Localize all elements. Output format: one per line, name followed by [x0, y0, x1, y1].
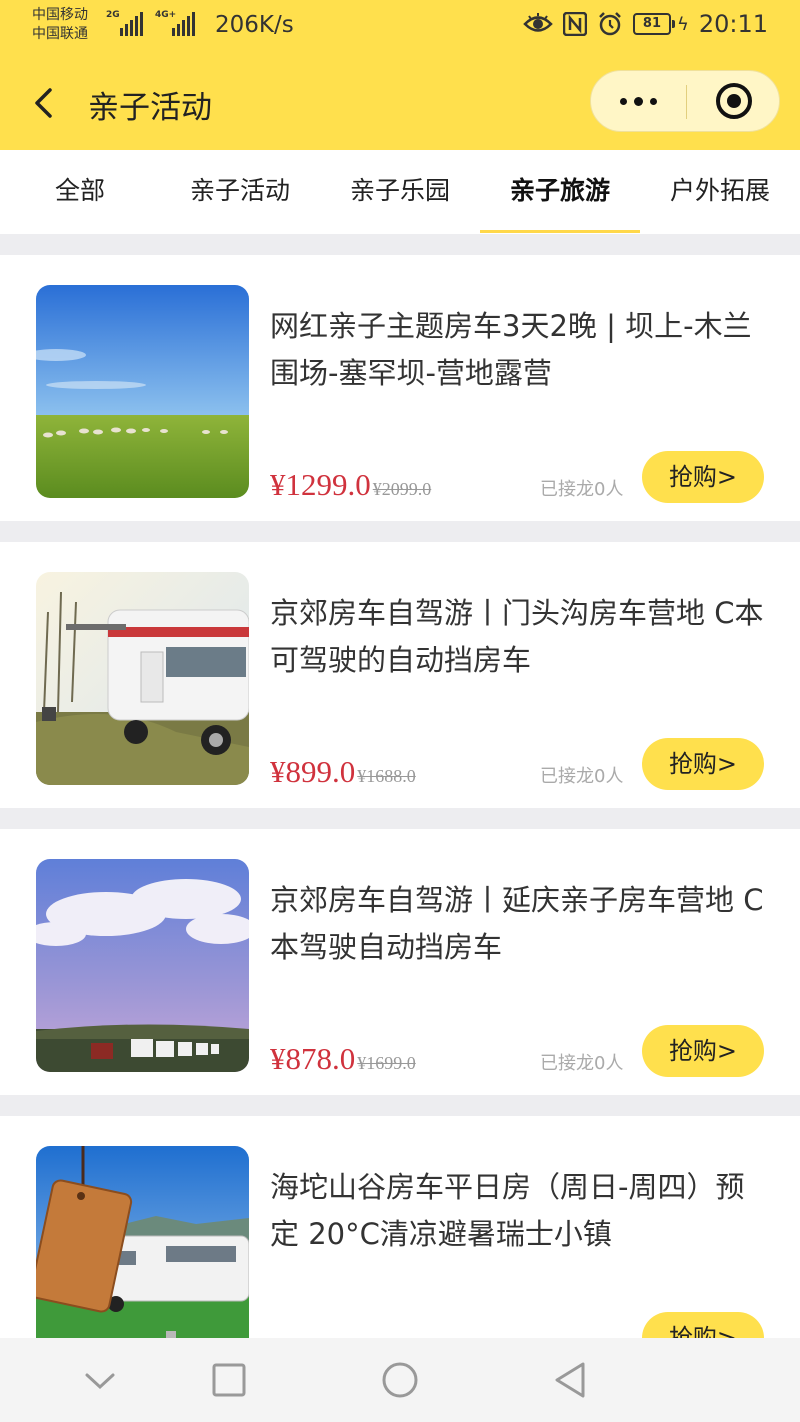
- charging-icon: ϟ: [676, 13, 689, 35]
- signal-4g-icon: 4G+: [155, 10, 195, 36]
- signal-2g-label: 2G: [106, 10, 120, 20]
- product-title[interactable]: 京郊房车自驾游丨门头沟房车营地 C本可驾驶的自动挡房车: [270, 590, 770, 684]
- joined-count: 已接龙0人: [540, 1053, 624, 1074]
- collapse-chevron-icon[interactable]: [80, 1360, 120, 1400]
- product-image[interactable]: [36, 1146, 249, 1359]
- page-title: 亲子活动: [88, 90, 212, 126]
- original-price: ¥2099.0: [372, 479, 432, 499]
- product-card[interactable]: 京郊房车自驾游丨门头沟房车营地 C本可驾驶的自动挡房车 ¥899.0 ¥1688.…: [0, 542, 800, 808]
- price-row: ¥878.0 ¥1699.0: [270, 1041, 416, 1077]
- joined-count: 已接龙0人: [540, 766, 624, 787]
- signal-4g-label: 4G+: [155, 10, 177, 20]
- product-card[interactable]: 京郊房车自驾游丨延庆亲子房车营地 C本驾驶自动挡房车 ¥878.0 ¥1699.0…: [0, 829, 800, 1095]
- status-icons: 81 ϟ 20:11: [523, 10, 768, 38]
- product-image[interactable]: [36, 285, 249, 498]
- buy-button[interactable]: 抢购>: [642, 738, 764, 790]
- tab-family-travel[interactable]: 亲子旅游: [480, 150, 640, 234]
- price-row: ¥1299.0 ¥2099.0: [270, 467, 431, 503]
- current-price: ¥899.0: [270, 754, 356, 789]
- nav-bar: 亲子活动: [0, 56, 800, 150]
- original-price: ¥1688.0: [357, 766, 416, 786]
- tab-family-activities[interactable]: 亲子活动: [160, 150, 320, 234]
- product-title[interactable]: 京郊房车自驾游丨延庆亲子房车营地 C本驾驶自动挡房车: [270, 877, 770, 971]
- product-title[interactable]: 网红亲子主题房车3天2晚 | 坝上-木兰围场-塞罕坝-营地露营: [270, 303, 770, 397]
- alarm-icon: [599, 12, 621, 36]
- current-price: ¥1299.0: [270, 467, 371, 502]
- miniprogram-capsule: [590, 70, 780, 132]
- battery-level: 81: [632, 13, 671, 35]
- carrier-2: 中国联通: [32, 26, 88, 42]
- eye-icon: [523, 13, 553, 32]
- network-speed: 206K/s: [215, 12, 294, 38]
- buy-button[interactable]: 抢购>: [642, 1025, 764, 1077]
- back-triangle-icon[interactable]: [550, 1360, 590, 1400]
- tab-all[interactable]: 全部: [0, 150, 160, 234]
- carrier-1: 中国移动: [32, 7, 88, 23]
- more-dots-icon[interactable]: [591, 71, 686, 131]
- price-row: ¥899.0 ¥1688.0: [270, 754, 416, 790]
- tab-family-park[interactable]: 亲子乐园: [320, 150, 480, 234]
- home-icon[interactable]: [380, 1360, 420, 1400]
- nfc-icon: [562, 12, 587, 36]
- original-price: ¥1699.0: [357, 1053, 416, 1073]
- target-close-icon[interactable]: [716, 83, 752, 119]
- product-image[interactable]: [36, 859, 249, 1072]
- system-nav-bar: [0, 1338, 800, 1422]
- chevron-left-icon[interactable]: [28, 80, 68, 126]
- tab-outdoor-expansion[interactable]: 户外拓展: [640, 150, 800, 234]
- recent-apps-icon[interactable]: [209, 1360, 249, 1400]
- product-card[interactable]: 网红亲子主题房车3天2晚 | 坝上-木兰围场-塞罕坝-营地露营 ¥1299.0 ¥…: [0, 255, 800, 521]
- clock: 20:11: [698, 10, 768, 38]
- product-image[interactable]: [36, 572, 249, 785]
- signal-2g-icon: 2G: [106, 10, 143, 36]
- current-price: ¥878.0: [270, 1041, 356, 1076]
- product-title[interactable]: 海坨山谷房车平日房（周日-周四）预定 20°C清凉避暑瑞士小镇: [270, 1164, 770, 1258]
- buy-button[interactable]: 抢购>: [642, 451, 764, 503]
- status-bar: 中国移动 中国联通 2G 4G+ 206K/s 81 ϟ 20:11: [0, 0, 800, 56]
- joined-count: 已接龙0人: [540, 479, 624, 500]
- carrier-names: 中国移动 中国联通: [32, 6, 88, 44]
- battery-icon: 81 ϟ: [632, 13, 689, 35]
- active-tab-indicator: [480, 230, 640, 233]
- category-tabs: 全部 亲子活动 亲子乐园 亲子旅游 户外拓展: [0, 150, 800, 234]
